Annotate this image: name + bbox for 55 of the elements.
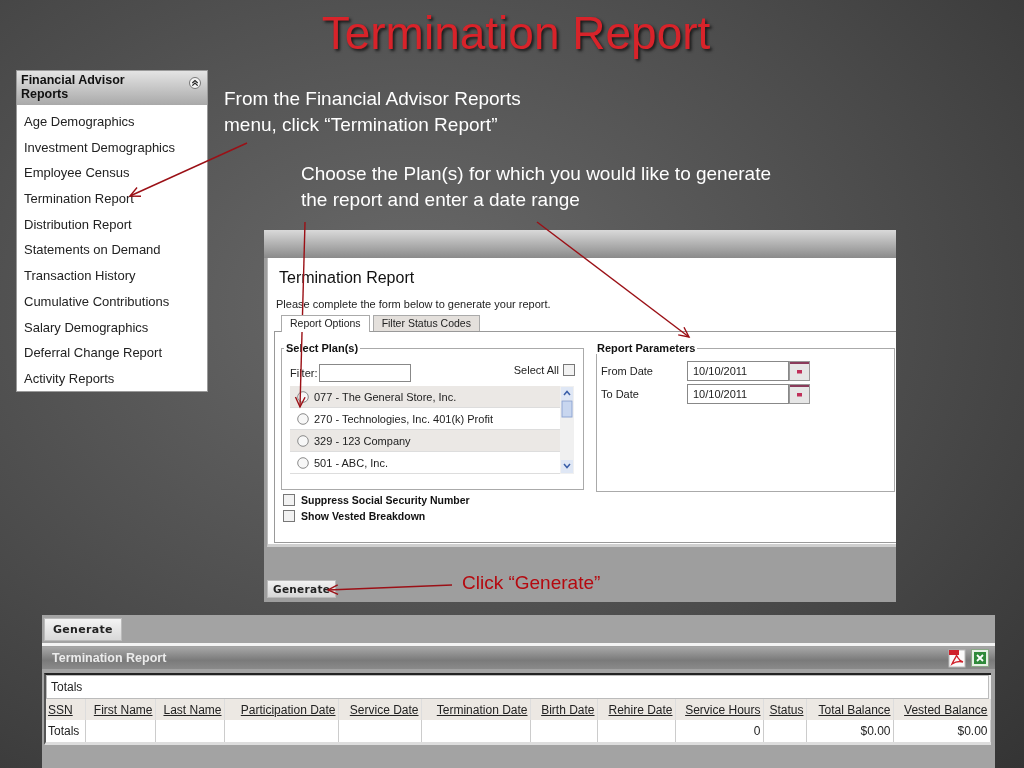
menu-item[interactable]: Deferral Change Report [17,340,207,366]
spreadsheet-icon[interactable] [971,648,989,667]
checkbox-label: Select All [513,364,559,376]
radio-button[interactable] [297,412,309,425]
calendar-icon[interactable] [789,384,810,404]
menu-item[interactable]: Transaction History [17,263,207,289]
report-title: Termination Report [52,651,167,665]
plan-name: 329 - 123 Company [314,434,411,447]
totals-label: Totals [51,680,83,694]
menu-item[interactable]: Termination Report [17,186,207,212]
plan-row[interactable]: 329 - 123 Company [290,430,560,452]
field-label: To Date [601,388,640,400]
plan-name: 501 - ABC, Inc. [314,456,388,469]
table-cell: Totals [48,724,80,738]
slide-title: Termination Report [320,6,711,60]
menu-item[interactable]: Activity Reports [17,365,207,392]
plan-name: 270 - Technologies, Inc. 401(k) Profit [314,412,493,425]
plan-name: 077 - The General Store, Inc. [314,390,457,403]
table-cell: $0.00 [957,724,988,738]
date-field[interactable]: 10/10/2011 [687,361,789,381]
date-field[interactable]: 10/10/2011 [687,384,789,404]
table-cell: 0 [753,724,761,738]
radio-button[interactable] [297,434,309,447]
menu-item[interactable]: Distribution Report [17,211,207,238]
callout-text: Click “Generate” [462,571,601,595]
scrollbar[interactable] [560,386,574,474]
filter-field[interactable] [318,364,411,382]
menu-title: Financial Advisor Reports [21,74,126,101]
collapse-icon[interactable] [189,77,201,89]
plan-row[interactable]: 501 - ABC, Inc. [290,452,560,474]
tab[interactable]: Report Options [281,315,370,332]
radio-button[interactable] [297,456,309,469]
plan-row[interactable]: 077 - The General Store, Inc. [290,386,560,408]
checkbox-label: Suppress Social Security Number [301,494,470,506]
checkbox-label: Show Vested Breakdown [301,510,426,522]
menu-item[interactable]: Cumulative Contributions [17,288,207,315]
generate-button[interactable]: Generate [44,617,122,641]
tab[interactable]: Filter Status Codes [372,315,480,331]
menu-item[interactable]: Age Demographics [17,109,207,135]
pdf-icon[interactable] [948,648,966,668]
callout-text: Choose the Plan(s) for which you would like to generate the report and enter a date range [301,162,771,212]
field-label: From Date [601,365,654,377]
generate-button[interactable]: Generate [267,580,337,598]
menu-item[interactable]: Salary Demographics [17,314,207,341]
callout-text: From the Financial Advisor Reports menu, click “Termination Report” [224,87,521,137]
checkbox[interactable] [283,510,295,522]
menu-item[interactable]: Investment Demographics [17,134,207,161]
checkbox[interactable] [283,494,295,506]
calendar-icon[interactable] [789,361,810,381]
menu-item[interactable]: Statements on Demand [17,237,207,264]
radio-button[interactable] [297,390,309,403]
menu-item[interactable]: Employee Census [17,160,207,187]
group-title: Report Parameters [596,342,697,354]
table-cell: $0.00 [860,724,891,738]
checkbox[interactable] [563,364,575,376]
